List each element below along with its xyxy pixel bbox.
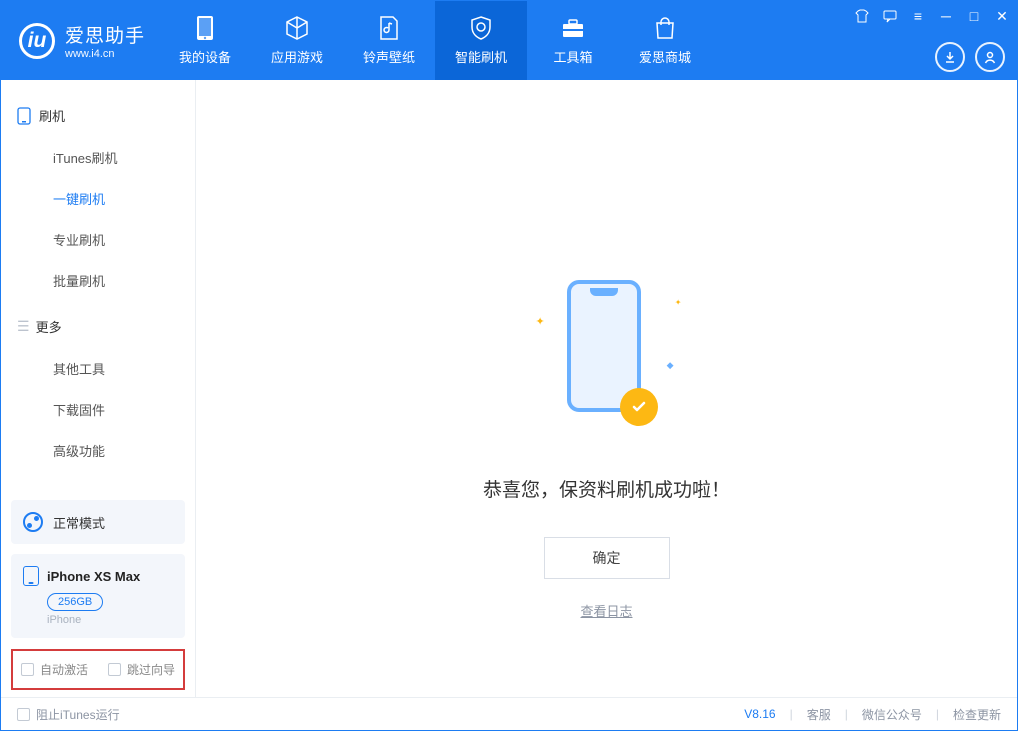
- group-text: 更多: [36, 317, 62, 336]
- header-bar: iu 爱思助手 www.i4.cn 我的设备 应用游戏 铃声壁纸 智能刷机 工具…: [1, 1, 1017, 80]
- mode-card[interactable]: 正常模式: [11, 500, 185, 544]
- sidebar-item-download-firmware[interactable]: 下载固件: [1, 389, 195, 430]
- mode-icon: [23, 512, 43, 532]
- update-link[interactable]: 检查更新: [953, 706, 1001, 723]
- nav-toolbox[interactable]: 工具箱: [527, 1, 619, 80]
- nav-smart-flash[interactable]: 智能刷机: [435, 1, 527, 80]
- window-controls: ≡ ─ □ ✕: [853, 7, 1011, 25]
- sidebar-group-more: ☰ 更多 其他工具 下载固件 高级功能: [1, 309, 195, 479]
- group-label-more: ☰ 更多: [1, 309, 195, 348]
- cube-icon: [284, 15, 310, 41]
- sparkle-icon: ✦: [536, 315, 545, 328]
- support-link[interactable]: 客服: [807, 706, 831, 723]
- sidebar-group-flash: 刷机 iTunes刷机 一键刷机 专业刷机 批量刷机: [1, 98, 195, 309]
- top-nav: 我的设备 应用游戏 铃声壁纸 智能刷机 工具箱 爱思商城: [159, 1, 711, 80]
- checkbox-icon: [17, 708, 30, 721]
- sidebar-item-oneclick-flash[interactable]: 一键刷机: [1, 178, 195, 219]
- view-log-link[interactable]: 查看日志: [580, 601, 632, 620]
- maximize-icon[interactable]: □: [965, 7, 983, 25]
- app-subtitle: www.i4.cn: [65, 48, 145, 60]
- auto-activate-checkbox[interactable]: 自动激活: [21, 661, 88, 678]
- header-right-icons: [935, 42, 1005, 72]
- feedback-icon[interactable]: [881, 7, 899, 25]
- sidebar-item-advanced[interactable]: 高级功能: [1, 430, 195, 471]
- footer-right: V8.16 | 客服 | 微信公众号 | 检查更新: [744, 706, 1001, 723]
- checkbox-icon: [21, 663, 34, 676]
- body-area: 刷机 iTunes刷机 一键刷机 专业刷机 批量刷机 ☰ 更多 其他工具 下载固…: [1, 80, 1017, 698]
- device-storage-badge: 256GB: [47, 593, 103, 611]
- menu-icon[interactable]: ≡: [909, 7, 927, 25]
- nav-label: 应用游戏: [271, 47, 323, 66]
- footer-bar: 阻止iTunes运行 V8.16 | 客服 | 微信公众号 | 检查更新: [1, 697, 1017, 730]
- check-badge-icon: [620, 388, 658, 426]
- bottom-checkbox-row: 自动激活 跳过向导: [11, 649, 185, 690]
- logo-area: iu 爱思助手 www.i4.cn: [1, 1, 159, 80]
- device-small-icon: [23, 566, 39, 586]
- shirt-icon[interactable]: [853, 7, 871, 25]
- nav-label: 我的设备: [179, 47, 231, 66]
- shield-icon: [468, 15, 494, 41]
- version-label: V8.16: [744, 707, 775, 721]
- device-icon: [192, 15, 218, 41]
- user-icon[interactable]: [975, 42, 1005, 72]
- divider: |: [845, 707, 848, 721]
- check-label: 阻止iTunes运行: [36, 706, 120, 723]
- block-itunes-checkbox[interactable]: 阻止iTunes运行: [17, 706, 120, 723]
- minimize-icon[interactable]: ─: [937, 7, 955, 25]
- device-card[interactable]: iPhone XS Max 256GB iPhone: [11, 554, 185, 638]
- main-content: ✦ ✦ ◆ 恭喜您，保资料刷机成功啦！ 确定 查看日志: [196, 80, 1017, 698]
- phone-notch: [590, 288, 618, 296]
- device-name: iPhone XS Max: [47, 569, 140, 584]
- nav-label: 铃声壁纸: [363, 47, 415, 66]
- sparkle-icon: ✦: [675, 298, 682, 307]
- success-text: 恭喜您，保资料刷机成功啦！: [483, 475, 730, 502]
- music-file-icon: [376, 15, 402, 41]
- divider: |: [790, 707, 793, 721]
- group-label-flash: 刷机: [1, 98, 195, 137]
- nav-apps-games[interactable]: 应用游戏: [251, 1, 343, 80]
- logo-text: 爱思助手 www.i4.cn: [65, 21, 145, 60]
- sparkle-icon: ◆: [667, 360, 674, 371]
- device-row: iPhone XS Max: [23, 566, 173, 586]
- success-illustration: ✦ ✦ ◆: [552, 280, 662, 440]
- device-type: iPhone: [47, 614, 173, 626]
- bag-icon: [652, 15, 678, 41]
- download-icon[interactable]: [935, 42, 965, 72]
- sidebar-item-other-tools[interactable]: 其他工具: [1, 348, 195, 389]
- toolbox-icon: [560, 15, 586, 41]
- list-icon: ☰: [17, 318, 28, 335]
- nav-store[interactable]: 爱思商城: [619, 1, 711, 80]
- nav-my-device[interactable]: 我的设备: [159, 1, 251, 80]
- phone-outline-icon: [17, 107, 31, 125]
- app-title: 爱思助手: [65, 21, 145, 48]
- sidebar: 刷机 iTunes刷机 一键刷机 专业刷机 批量刷机 ☰ 更多 其他工具 下载固…: [1, 80, 196, 698]
- group-text: 刷机: [39, 106, 65, 125]
- check-label: 跳过向导: [127, 661, 175, 678]
- checkbox-icon: [108, 663, 121, 676]
- divider: |: [936, 707, 939, 721]
- check-label: 自动激活: [40, 661, 88, 678]
- skip-guide-checkbox[interactable]: 跳过向导: [108, 661, 175, 678]
- sidebar-item-pro-flash[interactable]: 专业刷机: [1, 219, 195, 260]
- wechat-link[interactable]: 微信公众号: [862, 706, 922, 723]
- nav-label: 工具箱: [554, 47, 593, 66]
- nav-ringtone-wallpaper[interactable]: 铃声壁纸: [343, 1, 435, 80]
- sidebar-item-itunes-flash[interactable]: iTunes刷机: [1, 137, 195, 178]
- sidebar-item-batch-flash[interactable]: 批量刷机: [1, 260, 195, 301]
- nav-label: 爱思商城: [639, 47, 691, 66]
- mode-label: 正常模式: [53, 513, 105, 532]
- sidebar-bottom: 正常模式 iPhone XS Max 256GB iPhone: [11, 500, 185, 638]
- confirm-button[interactable]: 确定: [544, 537, 670, 579]
- nav-label: 智能刷机: [455, 47, 507, 66]
- close-icon[interactable]: ✕: [993, 7, 1011, 25]
- logo-icon: iu: [19, 23, 55, 59]
